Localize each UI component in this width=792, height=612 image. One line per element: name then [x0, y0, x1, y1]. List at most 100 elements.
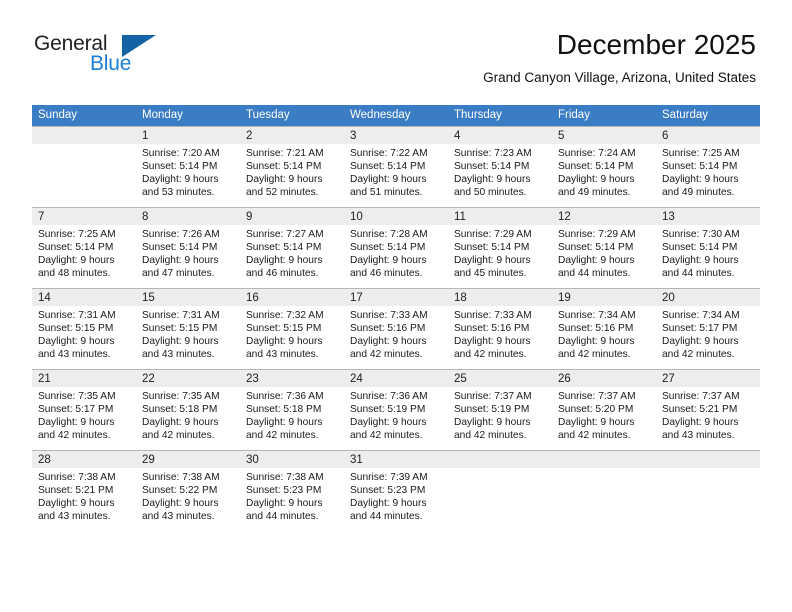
day-cell-details: Sunrise: 7:26 AM Sunset: 5:14 PM Daylight:…	[136, 225, 240, 280]
daylight-text-line1: Daylight: 9 hours	[350, 336, 427, 348]
calendar-day-cell[interactable]: 14 Sunrise: 7:31 AM Sunset: 5:15 PM Dayligh…	[32, 288, 136, 370]
daylight-text-line1: Daylight: 9 hours	[558, 174, 635, 186]
day-number: 9	[240, 208, 344, 225]
day-cell-details: Sunrise: 7:35 AM Sunset: 5:18 PM Daylight:…	[136, 387, 240, 442]
sunset-text: Sunset: 5:15 PM	[246, 323, 322, 335]
sunset-text: Sunset: 5:15 PM	[38, 323, 114, 335]
daylight-text-line2: and 42 minutes.	[662, 349, 735, 361]
calendar-day-cell[interactable]: 27 Sunrise: 7:37 AM Sunset: 5:21 PM Dayligh…	[656, 369, 760, 451]
sunset-text: Sunset: 5:14 PM	[142, 161, 218, 173]
sunset-text: Sunset: 5:19 PM	[454, 404, 530, 416]
day-cell-details: Sunrise: 7:38 AM Sunset: 5:22 PM Daylight:…	[136, 468, 240, 523]
calendar-day-cell[interactable]: 31 Sunrise: 7:39 AM Sunset: 5:23 PM Dayligh…	[344, 450, 448, 531]
sunset-text: Sunset: 5:14 PM	[558, 161, 634, 173]
daylight-text-line2: and 42 minutes.	[558, 349, 631, 361]
day-cell-inner	[448, 451, 552, 531]
sunset-text: Sunset: 5:14 PM	[350, 242, 426, 254]
calendar-day-cell[interactable]: 9 Sunrise: 7:27 AM Sunset: 5:14 PM Daylight…	[240, 207, 344, 289]
weekday-header-saturday: Saturday	[656, 105, 760, 127]
day-number	[448, 451, 552, 468]
day-cell-inner: 19 Sunrise: 7:34 AM Sunset: 5:16 PM Dayligh…	[552, 289, 656, 369]
calendar-day-cell[interactable]: 3 Sunrise: 7:22 AM Sunset: 5:14 PM Daylight…	[344, 126, 448, 208]
sunrise-text: Sunrise: 7:29 AM	[454, 229, 532, 240]
day-cell-inner: 13 Sunrise: 7:30 AM Sunset: 5:14 PM Dayligh…	[656, 208, 760, 288]
day-cell-inner: 5 Sunrise: 7:24 AM Sunset: 5:14 PM Daylight…	[552, 127, 656, 207]
day-cell-inner: 22 Sunrise: 7:35 AM Sunset: 5:18 PM Dayligh…	[136, 370, 240, 450]
sunrise-text: Sunrise: 7:38 AM	[38, 472, 116, 483]
day-cell-inner: 23 Sunrise: 7:36 AM Sunset: 5:18 PM Dayligh…	[240, 370, 344, 450]
sunset-text: Sunset: 5:14 PM	[662, 161, 738, 173]
general-blue-logo[interactable]: General Blue	[34, 32, 164, 82]
day-number: 7	[32, 208, 136, 225]
calendar-day-cell[interactable]: 22 Sunrise: 7:35 AM Sunset: 5:18 PM Dayligh…	[136, 369, 240, 451]
calendar-day-cell[interactable]: 26 Sunrise: 7:37 AM Sunset: 5:20 PM Dayligh…	[552, 369, 656, 451]
day-number: 12	[552, 208, 656, 225]
daylight-text-line1: Daylight: 9 hours	[350, 255, 427, 267]
daylight-text-line1: Daylight: 9 hours	[246, 255, 323, 267]
daylight-text-line2: and 42 minutes.	[38, 430, 111, 442]
sunrise-text: Sunrise: 7:37 AM	[662, 391, 740, 402]
day-cell-inner: 20 Sunrise: 7:34 AM Sunset: 5:17 PM Dayligh…	[656, 289, 760, 369]
day-cell-details: Sunrise: 7:39 AM Sunset: 5:23 PM Daylight:…	[344, 468, 448, 523]
day-cell-inner: 11 Sunrise: 7:29 AM Sunset: 5:14 PM Dayligh…	[448, 208, 552, 288]
sunrise-text: Sunrise: 7:30 AM	[662, 229, 740, 240]
calendar-day-cell-empty	[656, 450, 760, 531]
weekday-header-tuesday: Tuesday	[240, 105, 344, 127]
weekday-header-wednesday: Wednesday	[344, 105, 448, 127]
calendar-day-cell[interactable]: 25 Sunrise: 7:37 AM Sunset: 5:19 PM Dayligh…	[448, 369, 552, 451]
day-cell-details: Sunrise: 7:35 AM Sunset: 5:17 PM Daylight:…	[32, 387, 136, 442]
day-number: 14	[32, 289, 136, 306]
calendar-day-cell[interactable]: 19 Sunrise: 7:34 AM Sunset: 5:16 PM Dayligh…	[552, 288, 656, 370]
day-number: 2	[240, 127, 344, 144]
daylight-text-line1: Daylight: 9 hours	[454, 174, 531, 186]
daylight-text-line1: Daylight: 9 hours	[454, 255, 531, 267]
sunrise-text: Sunrise: 7:39 AM	[350, 472, 428, 483]
daylight-text-line2: and 43 minutes.	[142, 349, 215, 361]
sunrise-text: Sunrise: 7:34 AM	[558, 310, 636, 321]
sunset-text: Sunset: 5:21 PM	[662, 404, 738, 416]
calendar-day-cell[interactable]: 5 Sunrise: 7:24 AM Sunset: 5:14 PM Daylight…	[552, 126, 656, 208]
calendar-day-cell[interactable]: 7 Sunrise: 7:25 AM Sunset: 5:14 PM Daylight…	[32, 207, 136, 289]
title-block: December 2025 Grand Canyon Village, Ariz…	[483, 28, 756, 87]
calendar-day-cell[interactable]: 23 Sunrise: 7:36 AM Sunset: 5:18 PM Dayligh…	[240, 369, 344, 451]
calendar-day-cell[interactable]: 29 Sunrise: 7:38 AM Sunset: 5:22 PM Dayligh…	[136, 450, 240, 531]
calendar-day-cell[interactable]: 2 Sunrise: 7:21 AM Sunset: 5:14 PM Daylight…	[240, 126, 344, 208]
daylight-text-line1: Daylight: 9 hours	[662, 255, 739, 267]
calendar-day-cell[interactable]: 18 Sunrise: 7:33 AM Sunset: 5:16 PM Dayligh…	[448, 288, 552, 370]
day-cell-details: Sunrise: 7:37 AM Sunset: 5:20 PM Daylight:…	[552, 387, 656, 442]
sunset-text: Sunset: 5:17 PM	[38, 404, 114, 416]
daylight-text-line2: and 42 minutes.	[142, 430, 215, 442]
daylight-text-line1: Daylight: 9 hours	[38, 255, 115, 267]
calendar-day-cell[interactable]: 16 Sunrise: 7:32 AM Sunset: 5:15 PM Dayligh…	[240, 288, 344, 370]
sunrise-text: Sunrise: 7:28 AM	[350, 229, 428, 240]
calendar-day-cell[interactable]: 28 Sunrise: 7:38 AM Sunset: 5:21 PM Dayligh…	[32, 450, 136, 531]
daylight-text-line2: and 44 minutes.	[558, 268, 631, 280]
day-number	[32, 127, 136, 144]
calendar-day-cell[interactable]: 21 Sunrise: 7:35 AM Sunset: 5:17 PM Dayligh…	[32, 369, 136, 451]
calendar-day-cell[interactable]: 20 Sunrise: 7:34 AM Sunset: 5:17 PM Dayligh…	[656, 288, 760, 370]
calendar-day-cell[interactable]: 11 Sunrise: 7:29 AM Sunset: 5:14 PM Dayligh…	[448, 207, 552, 289]
sunset-text: Sunset: 5:16 PM	[350, 323, 426, 335]
day-cell-inner: 14 Sunrise: 7:31 AM Sunset: 5:15 PM Dayligh…	[32, 289, 136, 369]
calendar-day-cell[interactable]: 8 Sunrise: 7:26 AM Sunset: 5:14 PM Daylight…	[136, 207, 240, 289]
calendar-day-cell[interactable]: 1 Sunrise: 7:20 AM Sunset: 5:14 PM Daylight…	[136, 126, 240, 208]
calendar-day-cell[interactable]: 17 Sunrise: 7:33 AM Sunset: 5:16 PM Dayligh…	[344, 288, 448, 370]
calendar-day-cell[interactable]: 24 Sunrise: 7:36 AM Sunset: 5:19 PM Dayligh…	[344, 369, 448, 451]
daylight-text-line2: and 46 minutes.	[350, 268, 423, 280]
calendar-day-cell[interactable]: 6 Sunrise: 7:25 AM Sunset: 5:14 PM Daylight…	[656, 126, 760, 208]
calendar-day-cell[interactable]: 15 Sunrise: 7:31 AM Sunset: 5:15 PM Dayligh…	[136, 288, 240, 370]
day-cell-details: Sunrise: 7:32 AM Sunset: 5:15 PM Daylight:…	[240, 306, 344, 361]
day-cell-inner: 6 Sunrise: 7:25 AM Sunset: 5:14 PM Daylight…	[656, 127, 760, 207]
day-number: 1	[136, 127, 240, 144]
day-cell-inner: 29 Sunrise: 7:38 AM Sunset: 5:22 PM Dayligh…	[136, 451, 240, 531]
calendar-day-cell[interactable]: 12 Sunrise: 7:29 AM Sunset: 5:14 PM Dayligh…	[552, 207, 656, 289]
calendar-day-cell[interactable]: 30 Sunrise: 7:38 AM Sunset: 5:23 PM Dayligh…	[240, 450, 344, 531]
daylight-text-line2: and 42 minutes.	[350, 430, 423, 442]
calendar-day-cell[interactable]: 13 Sunrise: 7:30 AM Sunset: 5:14 PM Dayligh…	[656, 207, 760, 289]
daylight-text-line1: Daylight: 9 hours	[350, 417, 427, 429]
calendar-day-cell[interactable]: 10 Sunrise: 7:28 AM Sunset: 5:14 PM Dayligh…	[344, 207, 448, 289]
day-number: 13	[656, 208, 760, 225]
sunrise-text: Sunrise: 7:33 AM	[350, 310, 428, 321]
daylight-text-line2: and 44 minutes.	[350, 511, 423, 523]
calendar-day-cell[interactable]: 4 Sunrise: 7:23 AM Sunset: 5:14 PM Daylight…	[448, 126, 552, 208]
